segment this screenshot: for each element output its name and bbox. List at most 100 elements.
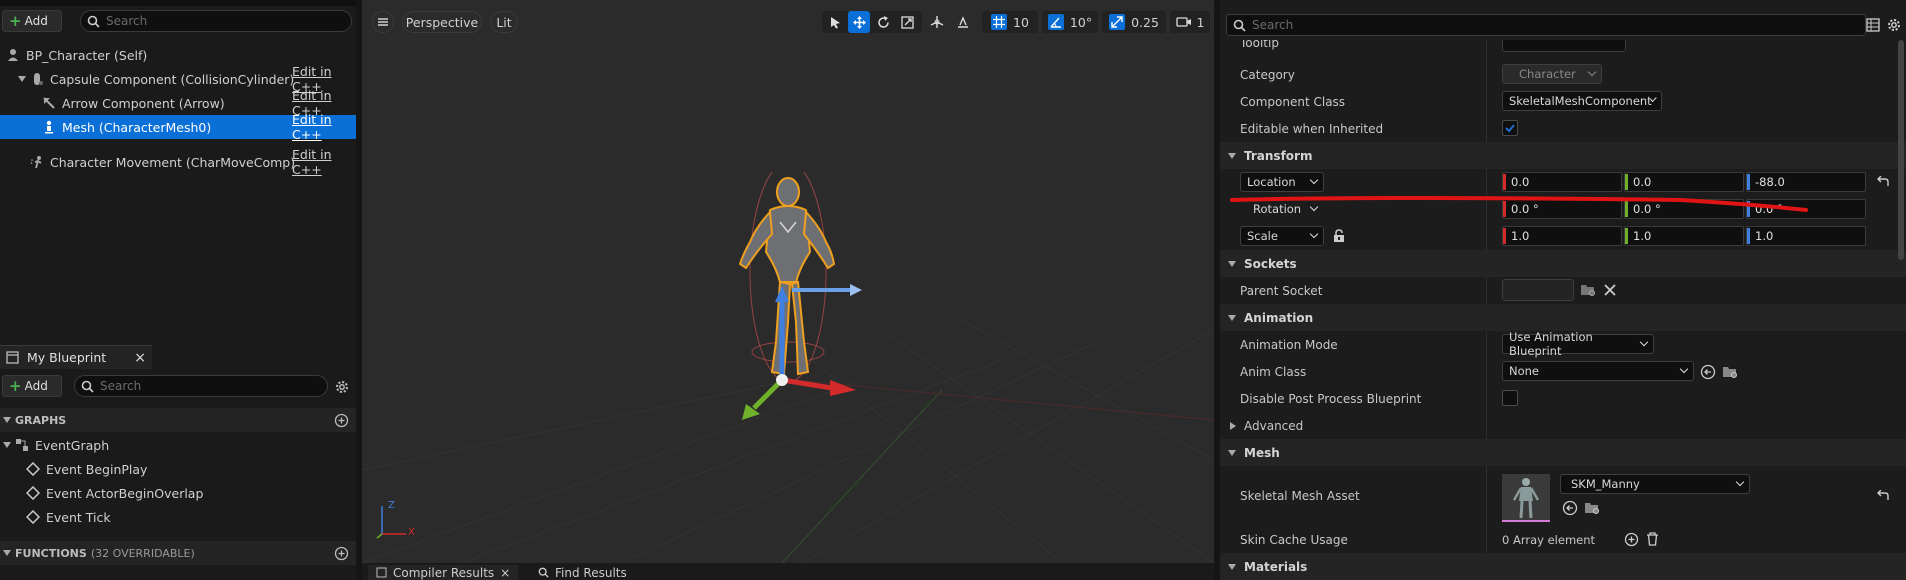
prop-advanced[interactable]: Advanced: [1220, 412, 1906, 439]
add-blueprint-item-button[interactable]: + Add: [2, 375, 62, 397]
scale-y-input[interactable]: 1.0: [1624, 226, 1744, 246]
hamburger-icon: [378, 18, 388, 26]
component-class-value: SkeletalMeshComponent: [1509, 94, 1652, 108]
prop-scale: Scale 1.0 1.0 1.0: [1220, 223, 1906, 250]
prop-location: Location 0.0 0.0 -88.0: [1220, 169, 1906, 196]
scale-mode-dropdown[interactable]: Scale: [1240, 226, 1324, 246]
location-mode-dropdown[interactable]: Location: [1240, 172, 1324, 192]
tooltip-field[interactable]: [1502, 40, 1626, 52]
perspective-button[interactable]: Perspective: [402, 11, 482, 33]
details-search-input[interactable]: Search: [1226, 14, 1866, 36]
event-item[interactable]: Event Tick: [0, 505, 356, 529]
tree-item-character-movement[interactable]: Character Movement (CharMoveComp) Edit i…: [0, 147, 356, 177]
scale-x-input[interactable]: 1.0: [1502, 226, 1622, 246]
plus-icon: +: [9, 11, 22, 30]
chevron-down-icon: [1309, 175, 1319, 185]
functions-count: (32 OVERRIDABLE): [90, 546, 195, 560]
functions-header-label: FUNCTIONS: [15, 546, 87, 560]
chevron-down-icon: [1309, 229, 1319, 239]
settings-gear-icon[interactable]: [334, 379, 350, 395]
prop-disable-pp: Disable Post Process Blueprint: [1220, 385, 1906, 412]
reset-to-default-icon[interactable]: [1876, 176, 1890, 188]
materials-section-header[interactable]: Materials: [1220, 553, 1906, 580]
functions-section-header[interactable]: FUNCTIONS (32 OVERRIDABLE): [0, 541, 356, 565]
prop-skeletal-mesh: Skeletal Mesh Asset SKM_Manny: [1220, 466, 1906, 526]
compiler-icon: [376, 567, 387, 578]
event-item[interactable]: Event BeginPlay: [0, 457, 356, 481]
use-selected-icon[interactable]: [1562, 500, 1578, 516]
close-icon[interactable]: ×: [500, 566, 510, 580]
tree-item-mesh[interactable]: Mesh (CharacterMesh0) Edit in C++: [0, 112, 356, 142]
camera-speed-value: 1: [1196, 14, 1205, 30]
close-icon[interactable]: ×: [134, 350, 146, 366]
viewport-menu-button[interactable]: [372, 11, 394, 33]
parent-socket-field[interactable]: [1502, 279, 1574, 301]
clear-x-icon[interactable]: [1604, 284, 1616, 296]
mesh-header-label: Mesh: [1244, 445, 1280, 460]
trash-icon[interactable]: [1646, 532, 1659, 546]
edit-in-cpp-link[interactable]: Edit in C++: [292, 147, 356, 177]
browse-folder-icon[interactable]: [1580, 283, 1596, 297]
details-scrollbar[interactable]: [1898, 40, 1904, 260]
scale-snap-value: 0.25: [1131, 14, 1159, 30]
camera-speed-button[interactable]: 1: [1170, 11, 1210, 33]
mesh-section-header[interactable]: Mesh: [1220, 439, 1906, 466]
add-function-icon[interactable]: [334, 546, 349, 561]
scale-z-input[interactable]: 1.0: [1746, 226, 1866, 246]
skeletal-mesh-dropdown[interactable]: SKM_Manny: [1560, 474, 1750, 494]
world-local-icon[interactable]: [926, 11, 948, 33]
translate-tool-icon[interactable]: [848, 11, 870, 33]
lit-button[interactable]: Lit: [490, 11, 518, 33]
event-graph-item[interactable]: EventGraph: [0, 433, 356, 457]
add-component-button[interactable]: + Add: [2, 10, 62, 32]
skeletal-mesh-thumbnail[interactable]: [1502, 474, 1550, 522]
component-class-dropdown[interactable]: SkeletalMeshComponent: [1502, 91, 1662, 111]
blueprint-search-input[interactable]: Search: [74, 375, 328, 397]
animation-section-header[interactable]: Animation: [1220, 304, 1906, 331]
event-diamond-icon: [26, 510, 40, 524]
surface-snap-icon[interactable]: [952, 11, 974, 33]
location-x-value: 0.0: [1511, 175, 1530, 189]
grid-snap-toggle[interactable]: 10: [982, 11, 1038, 33]
location-z-input[interactable]: -88.0: [1746, 172, 1866, 192]
editable-checkbox[interactable]: [1502, 120, 1518, 136]
components-search-input[interactable]: Search: [80, 10, 352, 32]
use-selected-icon[interactable]: [1700, 364, 1716, 380]
add-element-icon[interactable]: [1624, 532, 1639, 547]
location-x-input[interactable]: 0.0: [1502, 172, 1622, 192]
location-y-value: 0.0: [1633, 175, 1652, 189]
add-graph-icon[interactable]: [334, 413, 349, 428]
category-dropdown[interactable]: Character: [1502, 64, 1602, 84]
rotation-snap-toggle[interactable]: 10°: [1042, 11, 1098, 33]
tab-my-blueprint[interactable]: My Blueprint ×: [0, 345, 152, 369]
select-tool-icon[interactable]: [824, 11, 846, 33]
event-graph-label: EventGraph: [35, 437, 110, 453]
tab-compiler-results[interactable]: Compiler Results ×: [368, 565, 519, 580]
animation-mode-dropdown[interactable]: Use Animation Blueprint: [1502, 330, 1654, 358]
graphs-section-header[interactable]: GRAPHS: [0, 408, 356, 432]
settings-gear-icon[interactable]: [1886, 17, 1902, 33]
expand-arrow-icon: [1230, 421, 1236, 430]
edit-in-cpp-link[interactable]: Edit in C++: [292, 112, 356, 142]
reset-to-default-icon[interactable]: [1876, 490, 1890, 502]
tab-find-results[interactable]: Find Results: [532, 565, 633, 580]
browse-folder-icon[interactable]: [1722, 365, 1738, 379]
table-view-icon[interactable]: [1866, 18, 1880, 32]
scale-snap-toggle[interactable]: 0.25: [1102, 11, 1166, 33]
disable-pp-checkbox[interactable]: [1502, 390, 1518, 406]
transform-section-header[interactable]: Transform: [1220, 142, 1906, 169]
location-y-input[interactable]: 0.0: [1624, 172, 1744, 192]
rotate-tool-icon[interactable]: [872, 11, 894, 33]
event-diamond-icon: [26, 462, 40, 476]
transform-gizmo[interactable]: [732, 280, 892, 430]
anim-class-dropdown[interactable]: None: [1502, 361, 1694, 381]
viewport[interactable]: Z X Perspective Lit 10 10° 0.25 1: [362, 0, 1214, 563]
character-icon: [8, 49, 18, 61]
expand-arrow-icon[interactable]: [18, 76, 26, 82]
scale-tool-icon[interactable]: [896, 11, 918, 33]
unlock-icon[interactable]: [1332, 229, 1346, 243]
event-item[interactable]: Event ActorBeginOverlap: [0, 481, 356, 505]
bottom-tab-bar: Compiler Results × Find Results: [362, 563, 1214, 580]
browse-folder-icon[interactable]: [1584, 501, 1600, 515]
sockets-section-header[interactable]: Sockets: [1220, 250, 1906, 277]
